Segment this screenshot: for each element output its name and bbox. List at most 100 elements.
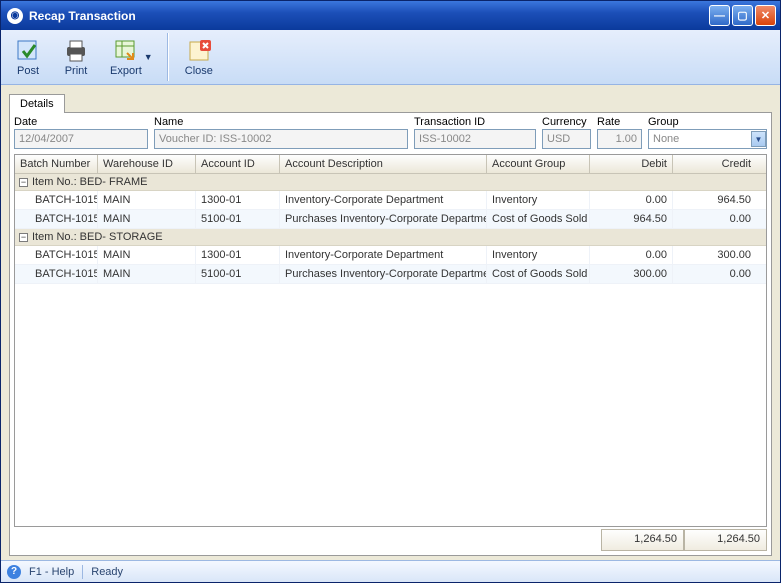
toolbar: Post Print Export ▼ Close bbox=[1, 30, 780, 85]
txid-field: Transaction ID bbox=[414, 116, 536, 149]
cell-debit: 300.00 bbox=[590, 265, 673, 283]
cell-warehouse: MAIN bbox=[98, 210, 196, 228]
minimize-button[interactable]: — bbox=[709, 5, 730, 26]
cell-credit: 0.00 bbox=[673, 265, 756, 283]
collapse-icon[interactable]: − bbox=[19, 178, 28, 187]
col-warehouse[interactable]: Warehouse ID bbox=[98, 155, 196, 173]
total-credit: 1,264.50 bbox=[684, 529, 767, 551]
txid-input bbox=[414, 129, 536, 149]
grid: Batch Number Warehouse ID Account ID Acc… bbox=[14, 154, 767, 527]
print-icon bbox=[62, 37, 90, 65]
group-select[interactable]: None ▼ bbox=[648, 129, 767, 149]
toolbar-separator bbox=[166, 33, 172, 81]
totals-row: 1,264.50 1,264.50 bbox=[14, 529, 767, 551]
content-area: Details Date Name Transaction ID Currenc… bbox=[1, 85, 780, 560]
date-field: Date bbox=[14, 116, 148, 149]
status-ready: Ready bbox=[91, 566, 123, 578]
cell-desc: Purchases Inventory-Corporate Departme bbox=[280, 265, 487, 283]
status-help: F1 - Help bbox=[29, 566, 74, 578]
post-icon bbox=[14, 37, 42, 65]
date-label: Date bbox=[14, 116, 148, 128]
grid-header: Batch Number Warehouse ID Account ID Acc… bbox=[15, 155, 766, 174]
currency-field: Currency bbox=[542, 116, 591, 149]
group-field: Group None ▼ bbox=[648, 116, 767, 149]
grid-body[interactable]: −Item No.: BED- FRAMEBATCH-1015MAIN1300-… bbox=[15, 174, 766, 526]
col-debit[interactable]: Debit bbox=[590, 155, 673, 173]
col-account-group[interactable]: Account Group bbox=[487, 155, 590, 173]
tab-details[interactable]: Details bbox=[9, 94, 65, 113]
post-label: Post bbox=[17, 65, 39, 77]
cell-account: 1300-01 bbox=[196, 246, 280, 264]
cell-debit: 0.00 bbox=[590, 191, 673, 209]
titlebar[interactable]: ◉ Recap Transaction — ▢ ✕ bbox=[1, 1, 780, 30]
export-button[interactable]: Export ▼ bbox=[101, 34, 162, 80]
window-frame: ◉ Recap Transaction — ▢ ✕ Post Print bbox=[0, 0, 781, 583]
total-debit: 1,264.50 bbox=[601, 529, 684, 551]
app-icon: ◉ bbox=[7, 8, 23, 24]
help-icon[interactable]: ? bbox=[7, 565, 21, 579]
rate-label: Rate bbox=[597, 116, 642, 128]
cell-group: Inventory bbox=[487, 246, 590, 264]
date-input bbox=[14, 129, 148, 149]
collapse-icon[interactable]: − bbox=[19, 233, 28, 242]
cell-credit: 300.00 bbox=[673, 246, 756, 264]
cell-batch: BATCH-1015 bbox=[15, 191, 98, 209]
col-description[interactable]: Account Description bbox=[280, 155, 487, 173]
export-dropdown-icon[interactable]: ▼ bbox=[144, 52, 153, 62]
cell-group: Inventory bbox=[487, 191, 590, 209]
col-account[interactable]: Account ID bbox=[196, 155, 280, 173]
currency-input bbox=[542, 129, 591, 149]
details-panel: Date Name Transaction ID Currency Rate bbox=[9, 112, 772, 556]
export-icon bbox=[112, 37, 140, 65]
tabstrip: Details bbox=[9, 93, 772, 112]
cell-warehouse: MAIN bbox=[98, 246, 196, 264]
form-row: Date Name Transaction ID Currency Rate bbox=[10, 113, 771, 151]
post-button[interactable]: Post bbox=[5, 34, 51, 80]
group-value: None bbox=[653, 133, 679, 145]
name-field: Name bbox=[154, 116, 408, 149]
table-row[interactable]: BATCH-1015MAIN1300-01Inventory-Corporate… bbox=[15, 246, 766, 265]
cell-credit: 0.00 bbox=[673, 210, 756, 228]
close-button[interactable]: Close bbox=[176, 34, 222, 80]
close-label: Close bbox=[185, 65, 213, 77]
rate-input bbox=[597, 129, 642, 149]
cell-batch: BATCH-1015 bbox=[15, 210, 98, 228]
export-label: Export bbox=[110, 65, 142, 77]
cell-group: Cost of Goods Sold bbox=[487, 265, 590, 283]
col-credit[interactable]: Credit bbox=[673, 155, 756, 173]
group-label: Item No.: BED- STORAGE bbox=[32, 231, 163, 243]
window-title: Recap Transaction bbox=[29, 9, 709, 23]
table-row[interactable]: BATCH-1015MAIN5100-01Purchases Inventory… bbox=[15, 265, 766, 284]
print-button[interactable]: Print bbox=[53, 34, 99, 80]
cell-batch: BATCH-1015 bbox=[15, 265, 98, 283]
cell-warehouse: MAIN bbox=[98, 191, 196, 209]
table-row[interactable]: BATCH-1015MAIN1300-01Inventory-Corporate… bbox=[15, 191, 766, 210]
close-icon bbox=[185, 37, 213, 65]
maximize-button[interactable]: ▢ bbox=[732, 5, 753, 26]
status-separator bbox=[82, 565, 83, 579]
currency-label: Currency bbox=[542, 116, 591, 128]
cell-warehouse: MAIN bbox=[98, 265, 196, 283]
group-label: Group bbox=[648, 116, 767, 128]
rate-field: Rate bbox=[597, 116, 642, 149]
cell-batch: BATCH-1015 bbox=[15, 246, 98, 264]
cell-desc: Inventory-Corporate Department bbox=[280, 246, 487, 264]
cell-account: 5100-01 bbox=[196, 210, 280, 228]
group-row[interactable]: −Item No.: BED- STORAGE bbox=[15, 229, 766, 246]
cell-debit: 964.50 bbox=[590, 210, 673, 228]
chevron-down-icon: ▼ bbox=[751, 131, 766, 147]
cell-debit: 0.00 bbox=[590, 246, 673, 264]
cell-account: 5100-01 bbox=[196, 265, 280, 283]
table-row[interactable]: BATCH-1015MAIN5100-01Purchases Inventory… bbox=[15, 210, 766, 229]
close-window-button[interactable]: ✕ bbox=[755, 5, 776, 26]
cell-group: Cost of Goods Sold bbox=[487, 210, 590, 228]
group-label: Item No.: BED- FRAME bbox=[32, 176, 148, 188]
cell-credit: 964.50 bbox=[673, 191, 756, 209]
cell-desc: Inventory-Corporate Department bbox=[280, 191, 487, 209]
cell-desc: Purchases Inventory-Corporate Departme bbox=[280, 210, 487, 228]
cell-account: 1300-01 bbox=[196, 191, 280, 209]
statusbar: ? F1 - Help Ready bbox=[1, 560, 780, 582]
group-row[interactable]: −Item No.: BED- FRAME bbox=[15, 174, 766, 191]
print-label: Print bbox=[65, 65, 88, 77]
col-batch[interactable]: Batch Number bbox=[15, 155, 98, 173]
